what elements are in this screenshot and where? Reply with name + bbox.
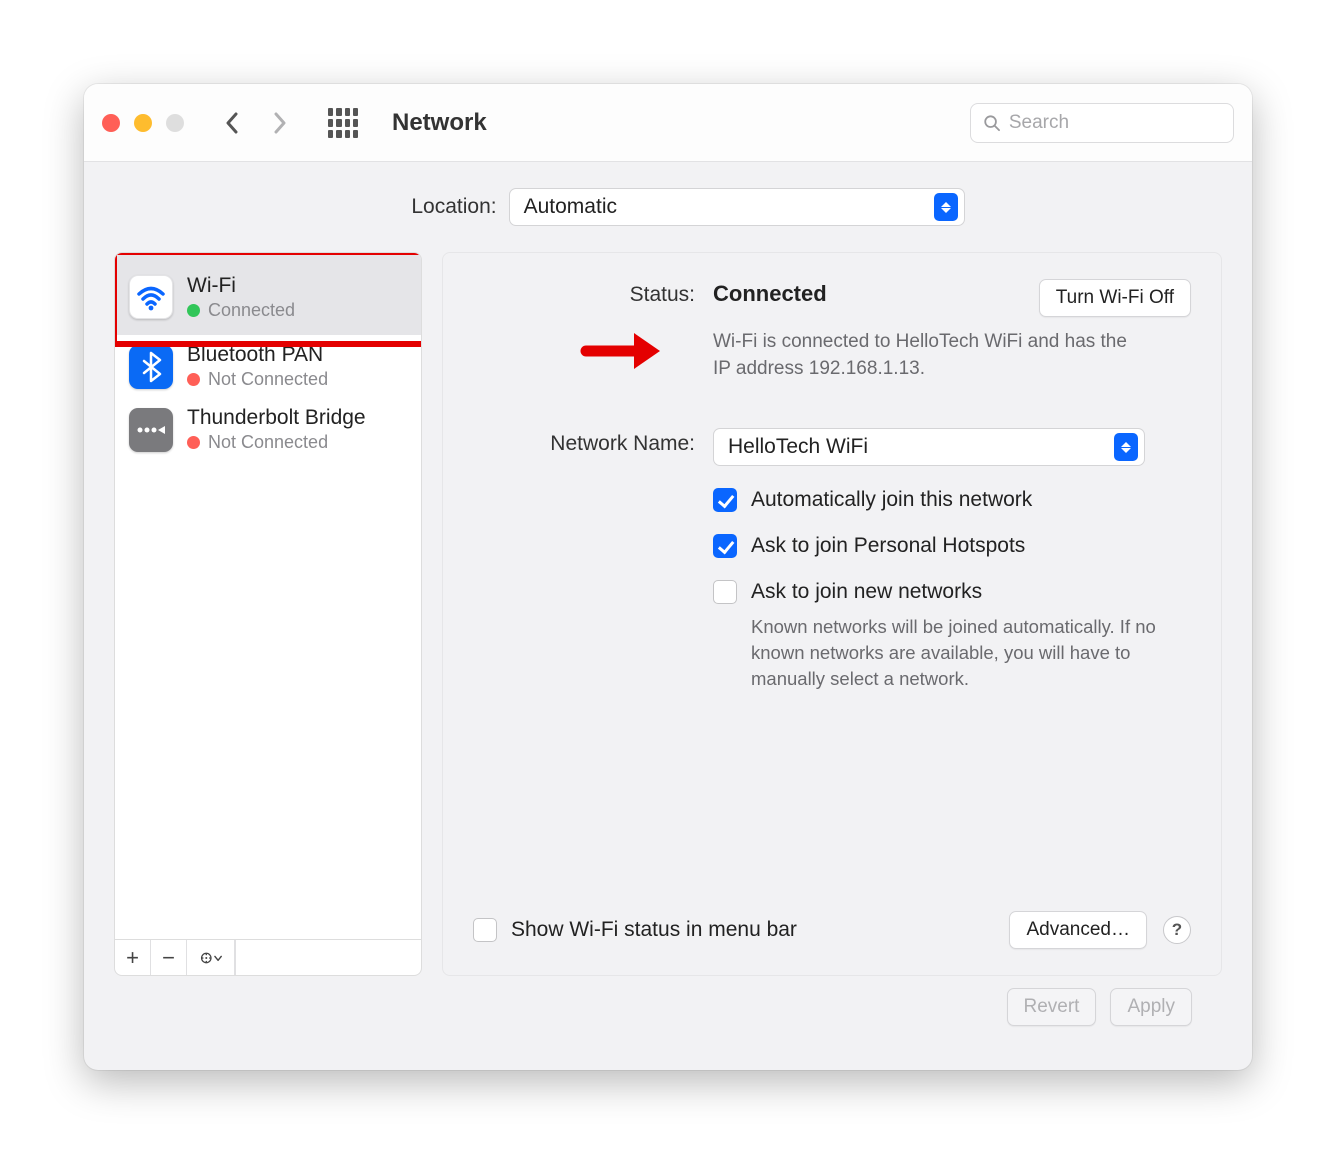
ask-new-label: Ask to join new networks [751, 580, 982, 604]
search-icon [983, 113, 1001, 133]
service-status: Not Connected [208, 369, 328, 390]
ask-hotspots-checkbox[interactable] [713, 534, 737, 558]
details-footer: Show Wi-Fi status in menu bar Advanced… … [473, 911, 1191, 949]
ask-new-networks-checkbox[interactable] [713, 580, 737, 604]
search-input[interactable] [1009, 112, 1221, 134]
ask-hotspots-label: Ask to join Personal Hotspots [751, 534, 1025, 558]
services-list: Wi-Fi Connected Bluetoo [114, 252, 422, 940]
service-item-wifi[interactable]: Wi-Fi Connected [115, 253, 421, 335]
forward-button[interactable] [262, 105, 298, 141]
status-dot-icon [187, 373, 200, 386]
services-footer: + − [114, 940, 422, 976]
service-item-bluetooth-pan[interactable]: Bluetooth PAN Not Connected [115, 335, 421, 398]
back-button[interactable] [214, 105, 250, 141]
status-dot-icon [187, 436, 200, 449]
window-controls [102, 114, 184, 132]
revert-button[interactable]: Revert [1007, 988, 1097, 1026]
location-row: Location: Automatic [154, 188, 1222, 226]
window-zoom-button[interactable] [166, 114, 184, 132]
network-name-select[interactable]: HelloTech WiFi [713, 428, 1145, 466]
system-preferences-window: Network Location: Automatic [84, 84, 1252, 1070]
ask-new-row: Ask to join new networks Known networks … [473, 580, 1191, 692]
service-options-button[interactable] [187, 940, 235, 975]
annotation-arrow-icon [578, 321, 668, 381]
help-button[interactable]: ? [1163, 916, 1191, 944]
network-name-label: Network Name: [473, 428, 695, 466]
service-details-panel: Status: Connected Turn Wi-Fi Off Wi-Fi i… [442, 252, 1222, 976]
ask-new-description: Known networks will be joined automatica… [751, 614, 1161, 692]
show-menubar-label: Show Wi-Fi status in menu bar [511, 918, 797, 942]
auto-join-row: Automatically join this network [473, 488, 1191, 512]
turn-wifi-off-button[interactable]: Turn Wi-Fi Off [1039, 279, 1191, 317]
status-dot-icon [187, 304, 200, 317]
remove-service-button[interactable]: − [151, 940, 187, 975]
service-name: Thunderbolt Bridge [187, 406, 366, 430]
location-label: Location: [411, 195, 496, 219]
network-name-row: Network Name: HelloTech WiFi [473, 428, 1191, 466]
content-area: Location: Automatic Wi-Fi [84, 162, 1252, 1070]
apply-button[interactable]: Apply [1110, 988, 1192, 1026]
search-field[interactable] [970, 103, 1234, 143]
service-name: Wi-Fi [187, 274, 295, 298]
ask-hotspots-row: Ask to join Personal Hotspots [473, 534, 1191, 558]
window-footer: Revert Apply [114, 976, 1222, 1046]
chevron-up-down-icon [1114, 433, 1138, 461]
bluetooth-icon [129, 345, 173, 389]
show-all-icon[interactable] [328, 108, 358, 138]
status-description: Wi-Fi is connected to HelloTech WiFi and… [713, 329, 1143, 382]
status-value: Connected [713, 279, 827, 307]
advanced-button[interactable]: Advanced… [1009, 911, 1147, 949]
toolbar: Network [84, 84, 1252, 162]
window-close-button[interactable] [102, 114, 120, 132]
auto-join-label: Automatically join this network [751, 488, 1032, 512]
service-name: Bluetooth PAN [187, 343, 328, 367]
service-status: Connected [208, 300, 295, 321]
location-value: Automatic [524, 195, 924, 219]
services-sidebar-wrap: Wi-Fi Connected Bluetoo [114, 252, 422, 976]
location-select[interactable]: Automatic [509, 188, 965, 226]
chevron-up-down-icon [934, 193, 958, 221]
wifi-icon [129, 275, 173, 319]
network-name-value: HelloTech WiFi [728, 435, 1104, 459]
window-title: Network [392, 109, 487, 137]
window-minimize-button[interactable] [134, 114, 152, 132]
thunderbolt-bridge-icon [129, 408, 173, 452]
service-item-thunderbolt-bridge[interactable]: Thunderbolt Bridge Not Connected [115, 398, 421, 461]
show-menubar-checkbox[interactable] [473, 918, 497, 942]
main-row: Wi-Fi Connected Bluetoo [114, 252, 1222, 976]
add-service-button[interactable]: + [115, 940, 151, 975]
service-status: Not Connected [208, 432, 328, 453]
auto-join-checkbox[interactable] [713, 488, 737, 512]
